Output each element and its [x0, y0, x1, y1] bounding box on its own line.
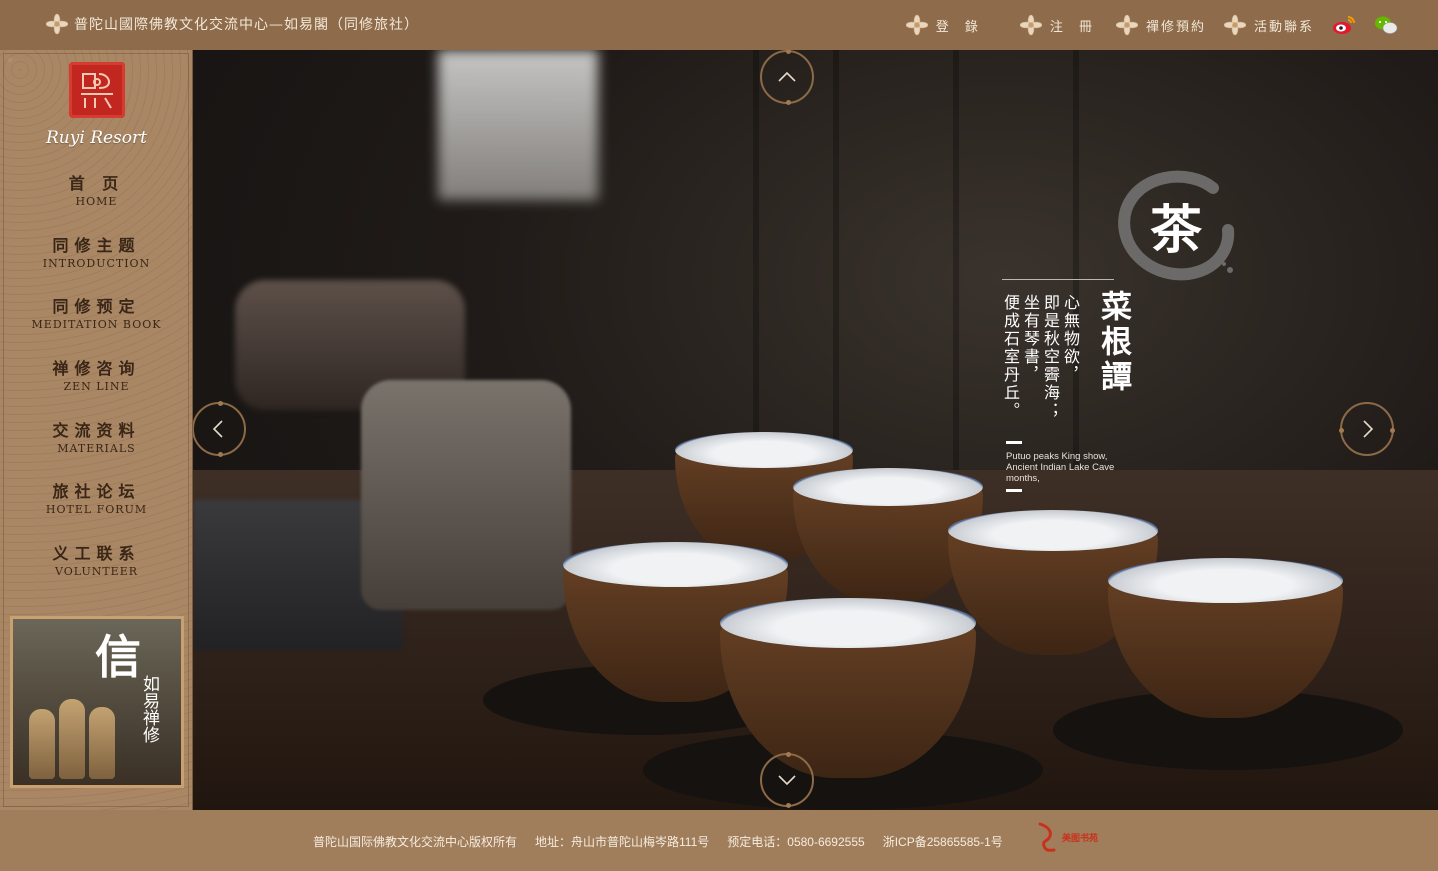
chevron-down-icon	[778, 775, 796, 786]
sidebar: Ruyi Resort 首 页 HOME 同修主题 INTRODUCTION 同…	[0, 50, 193, 810]
meditation-banner[interactable]: 信 如易禅修	[10, 616, 184, 788]
monk-figure	[59, 699, 85, 779]
cup-rim	[563, 542, 788, 587]
poem-english: Putuo peaks King show, Ancient Indian La…	[1006, 451, 1115, 484]
poem-column: 便成石室丹丘。	[1001, 294, 1020, 420]
sidebar-item-label: 交流资料	[52, 421, 141, 440]
dot	[786, 803, 791, 808]
monk-figure	[29, 709, 55, 779]
copyright-text: 普陀山国际佛教文化交流中心版权所有	[313, 835, 518, 849]
chevron-right-icon	[1363, 420, 1374, 438]
lotus-icon	[1115, 14, 1139, 36]
footer-logo[interactable]: 美图书苑	[1036, 822, 1098, 852]
dot	[218, 401, 223, 406]
dot	[1339, 428, 1344, 433]
poem-bar	[1006, 489, 1022, 492]
activity-contact-link[interactable]: 活動聯系	[1223, 14, 1314, 36]
logo-text: Ruyi Resort	[46, 128, 147, 148]
top-nav: 登 錄 注 冊 禪修預約 活動聯系	[870, 14, 1398, 36]
sidebar-item-hotel-forum[interactable]: 旅社论坛 HOTEL FORUM	[0, 478, 193, 516]
weibo-icon[interactable]	[1332, 14, 1356, 36]
slide-up-button[interactable]	[760, 50, 814, 105]
cup-rim	[675, 432, 853, 469]
dragon-icon	[1038, 822, 1056, 852]
pitcher-shape	[361, 380, 571, 610]
sidebar-item-label: 同修主题	[52, 236, 141, 255]
chevron-up-icon	[778, 71, 796, 82]
sidebar-item-volunteer[interactable]: 义工联系 VOLUNTEER	[0, 540, 193, 578]
slide-prev-button[interactable]	[193, 401, 246, 457]
sidebar-item-sublabel: INTRODUCTION	[42, 257, 151, 270]
login-link[interactable]: 登 錄	[905, 14, 984, 36]
banner-title: 信	[95, 630, 141, 684]
meditation-booking-link[interactable]: 禪修預約	[1115, 14, 1206, 36]
phone-text: 预定电话：0580-6692555	[727, 835, 865, 849]
dot	[218, 452, 223, 457]
poem-column: 即是秋空霽海；	[1041, 294, 1060, 420]
sidebar-item-sublabel: VOLUNTEER	[54, 565, 139, 578]
sidebar-item-introduction[interactable]: 同修主题 INTRODUCTION	[0, 232, 193, 270]
sidebar-item-sublabel: ZEN LINE	[63, 380, 130, 393]
dot	[1390, 428, 1395, 433]
window-light	[438, 50, 598, 200]
chevron-left-icon	[212, 420, 223, 438]
sidebar-item-label: 旅社论坛	[52, 482, 141, 501]
site-title-text: 普陀山國際佛教文化交流中心—如易閣（同修旅社）	[74, 17, 419, 33]
poem-divider	[1002, 279, 1114, 280]
meditation-booking-label: 禪修預約	[1145, 19, 1206, 35]
lotus-icon	[45, 13, 69, 35]
lotus-icon	[905, 14, 928, 36]
login-label: 登 錄	[935, 19, 984, 35]
register-label: 注 冊	[1049, 19, 1098, 35]
footer-logo-text: 美图书苑	[1062, 833, 1099, 844]
register-link[interactable]: 注 冊	[1019, 14, 1098, 36]
sidebar-item-meditation-book[interactable]: 同修预定 MEDITATION BOOK	[0, 293, 193, 331]
sidebar-item-zen-line[interactable]: 禅修咨询 ZEN LINE	[0, 355, 193, 393]
sidebar-item-materials[interactable]: 交流资料 MATERIALS	[0, 417, 193, 455]
sidebar-item-label: 同修预定	[52, 297, 141, 316]
top-bar: 普陀山國際佛教文化交流中心—如易閣（同修旅社） 登 錄 注 冊 禪修預約 活動聯…	[0, 0, 1438, 50]
poem-text: 心無物欲， 即是秋空霽海； 坐有琴書， 便成石室丹丘。	[1000, 294, 1080, 434]
sidebar-item-label: 禅修咨询	[52, 359, 141, 378]
sidebar-item-home[interactable]: 首 页 HOME	[0, 170, 193, 208]
sidebar-item-sublabel: MATERIALS	[57, 442, 136, 455]
footer-info: 普陀山国际佛教文化交流中心版权所有 地址：舟山市普陀山梅岑路111号 预定电话：…	[313, 833, 1003, 850]
sidebar-item-label: 首 页	[68, 174, 125, 193]
hero-slideshow	[193, 50, 1438, 810]
sidebar-item-sublabel: HOTEL FORUM	[45, 503, 148, 516]
sidebar-item-label: 义工联系	[52, 544, 141, 563]
address-text: 地址：舟山市普陀山梅岑路111号	[535, 835, 710, 849]
poem-bar	[1006, 441, 1022, 444]
wechat-icon[interactable]	[1374, 14, 1398, 36]
site-title: 普陀山國際佛教文化交流中心—如易閣（同修旅社）	[45, 13, 419, 35]
dot	[786, 100, 791, 105]
sidebar-item-sublabel: MEDITATION BOOK	[31, 318, 162, 331]
cup-rim	[1108, 558, 1343, 603]
cup-rim	[793, 468, 983, 506]
cup-rim	[720, 598, 976, 649]
tea-character: 茶	[1150, 200, 1203, 261]
page: 普陀山國際佛教文化交流中心—如易閣（同修旅社） 登 錄 注 冊 禪修預約 活動聯…	[0, 0, 1438, 871]
poem-column: 心無物欲，	[1061, 294, 1080, 384]
book-title: 菜根譚	[1095, 290, 1131, 395]
banner-subtitle: 如易禅修	[139, 675, 159, 743]
cup-rim	[948, 510, 1158, 551]
monk-figure	[89, 707, 115, 779]
lotus-icon	[1223, 14, 1247, 36]
poem-column: 坐有琴書，	[1021, 294, 1040, 384]
slide-next-button[interactable]	[1339, 402, 1395, 456]
logo-seal-icon[interactable]	[69, 62, 125, 118]
dot	[786, 50, 791, 54]
lotus-icon	[1019, 14, 1043, 36]
sidebar-item-sublabel: HOME	[75, 195, 118, 208]
activity-contact-label: 活動聯系	[1253, 19, 1314, 35]
icp-link[interactable]: 浙ICP备25865585-1号	[883, 833, 1003, 850]
slide-down-button[interactable]	[760, 752, 814, 808]
footer: 普陀山国际佛教文化交流中心版权所有 地址：舟山市普陀山梅岑路111号 预定电话：…	[0, 810, 1438, 871]
dot	[786, 752, 791, 757]
